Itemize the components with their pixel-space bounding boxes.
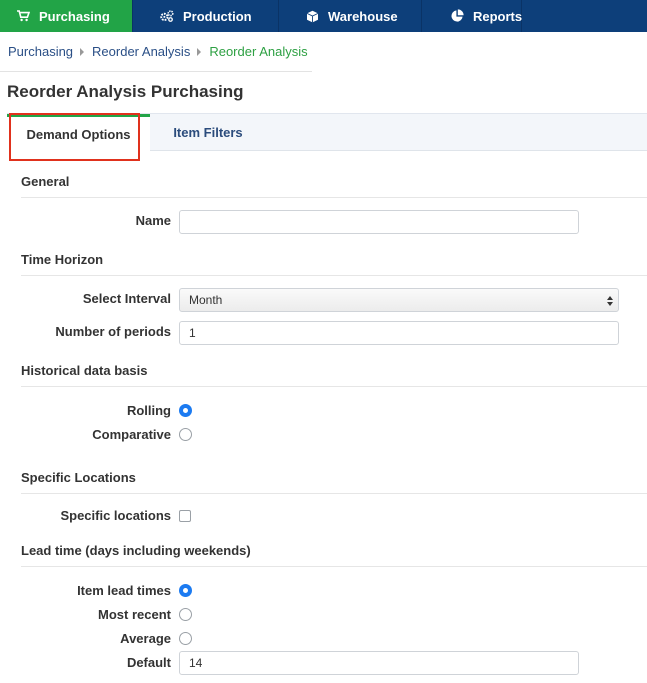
nav-warehouse-label: Warehouse <box>328 8 398 24</box>
section-general: General <box>21 174 70 189</box>
number-of-periods-input[interactable]: 1 <box>179 321 619 345</box>
section-time-horizon: Time Horizon <box>21 252 104 267</box>
default-label: Default <box>126 655 171 670</box>
breadcrumb: Purchasing Reorder Analysis Reorder Anal… <box>8 44 308 59</box>
select-interval-label: Select Interval <box>82 291 171 306</box>
comparative-label: Comparative <box>92 427 171 442</box>
box-icon <box>305 9 319 23</box>
comparative-radio[interactable] <box>179 428 192 441</box>
breadcrumb-purchasing[interactable]: Purchasing <box>8 44 73 59</box>
breadcrumb-current: Reorder Analysis <box>209 44 308 59</box>
nav-reports-label: Reports <box>473 8 523 24</box>
rolling-radio[interactable] <box>179 404 192 417</box>
section-divider <box>21 197 647 198</box>
section-divider <box>21 493 647 494</box>
name-input[interactable] <box>179 210 579 234</box>
most-recent-radio[interactable] <box>179 608 192 621</box>
number-of-periods-label: Number of periods <box>55 324 171 339</box>
breadcrumb-separator-icon <box>80 47 85 56</box>
tab-item-filters[interactable]: Item Filters <box>169 114 247 151</box>
section-divider <box>21 566 647 567</box>
nav-reports[interactable]: Reports <box>422 0 522 32</box>
section-divider <box>21 386 647 387</box>
nav-purchasing[interactable]: Purchasing <box>0 0 133 32</box>
specific-locations-label: Specific locations <box>60 508 171 523</box>
nav-purchasing-label: Purchasing <box>39 8 110 24</box>
pie-chart-icon <box>450 9 464 23</box>
breadcrumb-separator-icon <box>197 47 202 56</box>
breadcrumb-divider <box>0 71 312 72</box>
breadcrumb-reorder-analysis[interactable]: Reorder Analysis <box>92 44 190 59</box>
select-arrows-icon <box>607 296 613 306</box>
gears-icon <box>160 9 174 23</box>
nav-production[interactable]: Production <box>133 0 279 32</box>
top-nav: Purchasing Production Warehouse Reports <box>0 0 647 32</box>
select-interval-value: Month <box>189 293 223 307</box>
item-lead-times-radio[interactable] <box>179 584 192 597</box>
section-divider <box>21 275 647 276</box>
nav-warehouse[interactable]: Warehouse <box>279 0 422 32</box>
average-radio[interactable] <box>179 632 192 645</box>
item-lead-times-label: Item lead times <box>77 583 171 598</box>
select-interval-dropdown[interactable]: Month <box>179 288 619 312</box>
rolling-label: Rolling <box>126 403 171 418</box>
most-recent-label: Most recent <box>98 607 171 622</box>
section-specific-locations: Specific Locations <box>21 470 136 485</box>
specific-locations-checkbox[interactable] <box>179 510 191 522</box>
highlight-box <box>9 113 140 161</box>
default-lead-time-input[interactable]: 14 <box>179 651 579 675</box>
section-historical-data-basis: Historical data basis <box>21 363 148 378</box>
average-label: Average <box>120 631 171 646</box>
page-title: Reorder Analysis Purchasing <box>7 82 244 101</box>
name-label: Name <box>135 213 171 228</box>
section-lead-time: Lead time (days including weekends) <box>21 543 251 558</box>
cart-icon <box>16 9 30 23</box>
nav-production-label: Production <box>183 8 252 24</box>
